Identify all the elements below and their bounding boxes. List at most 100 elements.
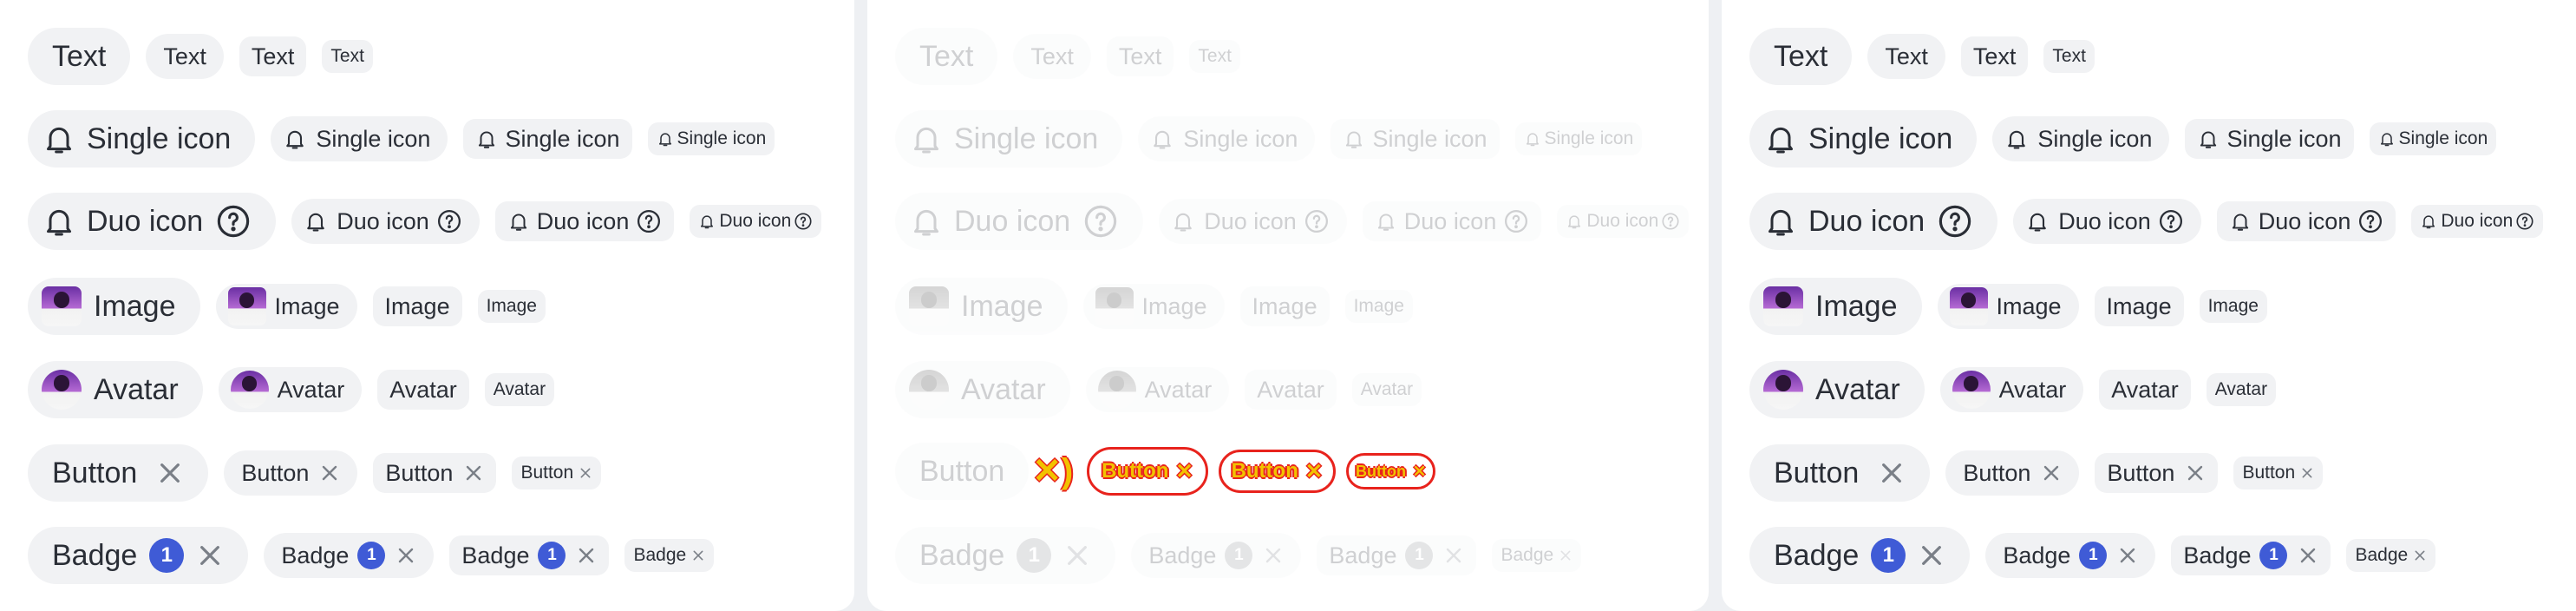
chip-image-lg[interactable]: Image [215, 284, 357, 329]
chip-text-md[interactable]: Text [1960, 36, 2029, 76]
chip-duo-icon-xl[interactable]: Duo icon [1749, 193, 1998, 250]
chip-button-md[interactable]: Button [2095, 453, 2219, 493]
help-circle-icon[interactable] [215, 203, 252, 240]
help-circle-icon[interactable] [636, 208, 662, 234]
avatar [1952, 371, 1991, 409]
chip-single-icon-xl[interactable]: Single icon [1749, 110, 1978, 168]
chip-badge-xl[interactable]: Badge 1 [28, 527, 249, 584]
row-single-icon: Single icon Single icon Single icon Sing… [1749, 110, 2512, 168]
chip-avatar-sm[interactable]: Avatar [2206, 373, 2277, 406]
chip-badge-sm[interactable]: Badge [624, 539, 715, 572]
chip-badge-lg[interactable]: Badge 1 [264, 533, 435, 578]
help-circle-icon[interactable] [2357, 208, 2383, 234]
chip-button-lg[interactable]: Button [1945, 450, 2080, 496]
chip-text-xl[interactable]: Text [28, 28, 131, 85]
close-icon[interactable] [319, 463, 340, 483]
chip-avatar-lg[interactable]: Avatar [1939, 367, 2084, 412]
chip-label: Single icon [87, 122, 232, 155]
help-circle-icon[interactable] [794, 212, 813, 231]
chip-avatar-md[interactable]: Avatar [377, 370, 469, 410]
chip-button-lg[interactable]: Button [224, 450, 358, 496]
chip-single-icon-sm[interactable]: Single icon [647, 122, 775, 155]
chip-label: Duo icon [1808, 204, 1925, 238]
help-circle-icon[interactable] [2158, 208, 2184, 234]
avatar [1763, 370, 1803, 410]
chip-button-sm[interactable]: Button [512, 457, 602, 489]
chip-text-sm[interactable]: Text [2043, 40, 2095, 73]
chip-text-sm[interactable]: Text [322, 40, 373, 73]
close-icon[interactable] [1878, 459, 1906, 487]
close-icon[interactable] [2117, 545, 2138, 566]
chip-button-xl[interactable]: Button [28, 444, 209, 502]
chip-label: Badge [281, 542, 350, 568]
chip-text-lg[interactable]: Text [146, 34, 224, 79]
chip-label: Single icon [954, 122, 1099, 155]
chip-label: Single icon [2398, 128, 2488, 148]
chip-duo-icon-sm[interactable]: Duo icon [690, 205, 822, 238]
close-icon [1559, 549, 1572, 562]
chip-text-md[interactable]: Text [239, 36, 307, 76]
chip-image-md[interactable]: Image [372, 286, 462, 326]
chip-text-xl[interactable]: Text [1749, 28, 1853, 85]
close-icon[interactable] [576, 545, 597, 566]
chip-duo-icon-lg[interactable]: Duo icon [291, 199, 480, 244]
chip-duo-icon-lg[interactable]: Duo icon [2013, 199, 2201, 244]
avatar [909, 370, 949, 410]
row-avatar: Avatar Avatar Avatar Avatar [1749, 361, 2292, 418]
chip-image-xl[interactable]: Image [28, 278, 200, 335]
close-icon[interactable] [579, 466, 592, 480]
close-icon[interactable] [2298, 545, 2318, 566]
chip-label: Button [1102, 459, 1169, 483]
chip-badge-lg[interactable]: Badge 1 [1985, 533, 2156, 578]
chip-avatar-sm[interactable]: Avatar [484, 373, 555, 406]
chip-badge-md[interactable]: Badge 1 [449, 535, 610, 575]
help-circle-icon[interactable] [1937, 203, 1973, 240]
chip-duo-icon-xl[interactable]: Duo icon [28, 193, 277, 250]
close-icon[interactable] [2185, 463, 2206, 483]
close-icon[interactable] [1918, 542, 1945, 569]
chip-image-lg[interactable]: Image [1937, 284, 2079, 329]
chip-duo-icon-md[interactable]: Duo icon [2216, 201, 2396, 241]
chip-badge-sm[interactable]: Badge [2346, 539, 2436, 572]
chip-avatar-lg[interactable]: Avatar [218, 367, 363, 412]
chip-badge-md[interactable]: Badge 1 [2171, 535, 2331, 575]
chip-duo-icon-sm[interactable]: Duo icon [2411, 205, 2544, 238]
close-icon[interactable] [196, 542, 224, 569]
chip-single-icon-xl[interactable]: Single icon [28, 110, 256, 168]
row-badge: Badge 1 Badge 1 Badge 1 Badge [28, 527, 729, 584]
chip-image-xl[interactable]: Image [1749, 278, 1922, 335]
panel-default-right: Text Text Text Text Single icon Single i… [1722, 0, 2576, 611]
chip-image-md[interactable]: Image [2094, 286, 2184, 326]
chip-button-md[interactable]: Button [373, 453, 497, 493]
chip-single-icon-md[interactable]: Single icon [463, 119, 632, 159]
close-icon[interactable] [2413, 549, 2427, 562]
chip-duo-icon-md[interactable]: Duo icon [494, 201, 675, 241]
close-icon[interactable] [2041, 463, 2062, 483]
close-icon[interactable] [691, 549, 705, 562]
chip-avatar-xl[interactable]: Avatar [1749, 361, 1925, 418]
chip-button-sm[interactable]: Button [2233, 457, 2324, 489]
chip-label: Button [385, 459, 454, 486]
thumbnail-image [1763, 286, 1803, 326]
chip-badge-xl[interactable]: Badge 1 [1749, 527, 1971, 584]
chip-single-icon-md[interactable]: Single icon [2185, 119, 2354, 159]
chip-single-icon-lg[interactable]: Single icon [1992, 116, 2170, 161]
chip-image-sm[interactable]: Image [477, 290, 546, 323]
bell-icon [1343, 128, 1365, 150]
close-icon[interactable] [396, 545, 416, 566]
help-circle-icon[interactable] [436, 208, 462, 234]
bell-icon [1566, 213, 1583, 230]
help-circle-icon[interactable] [2515, 212, 2534, 231]
chip-single-icon-lg[interactable]: Single icon [271, 116, 448, 161]
row-duo-icon: Duo icon Duo icon Duo icon Duo icon [28, 193, 837, 250]
close-icon[interactable] [463, 463, 484, 483]
chip-button-xl[interactable]: Button [1749, 444, 1931, 502]
bell-icon [1375, 210, 1397, 233]
close-icon[interactable] [2300, 466, 2314, 480]
chip-text-lg[interactable]: Text [1867, 34, 1945, 79]
chip-image-sm[interactable]: Image [2199, 290, 2267, 323]
chip-single-icon-sm[interactable]: Single icon [2369, 122, 2497, 155]
chip-avatar-md[interactable]: Avatar [2099, 370, 2191, 410]
close-icon[interactable] [156, 459, 184, 487]
chip-avatar-xl[interactable]: Avatar [28, 361, 203, 418]
